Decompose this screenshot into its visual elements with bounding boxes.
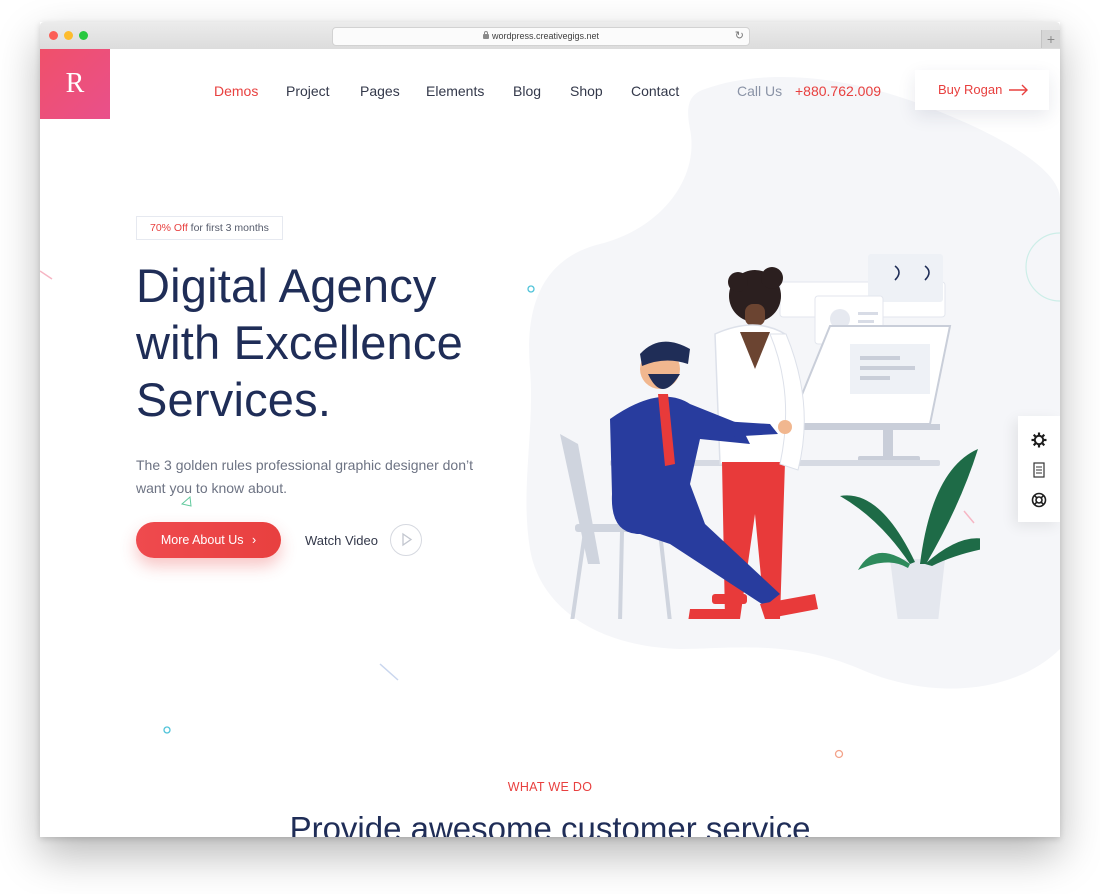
play-icon [402,532,413,547]
chevron-right-icon: › [252,533,257,547]
browser-window: wordpress.creativegigs.net ↻ + R Demos P… [40,22,1060,837]
section-eyebrow: WHAT WE DO [507,780,593,794]
nav-shop[interactable]: Shop [570,83,603,99]
lock-icon [482,31,489,39]
nav-elements[interactable]: Elements [426,83,484,99]
buy-button-label: Buy Rogan [938,82,1003,97]
nav-project[interactable]: Project [286,83,330,99]
watch-video-link[interactable]: Watch Video [305,533,378,548]
more-about-us-label: More About Us [160,533,244,547]
promo-text: for first 3 months [190,222,269,234]
play-video-button[interactable] [390,524,422,556]
reload-icon[interactable]: ↻ [735,28,744,45]
call-us-label: Call Us [737,83,783,99]
new-tab-button[interactable]: + [1041,30,1060,48]
hero-headline-line-3: Services. [136,373,332,426]
address-bar[interactable]: wordpress.creativegigs.net ↻ [332,27,750,46]
hero-illustration [560,254,980,619]
browser-titlebar: wordpress.creativegigs.net ↻ + [40,22,1060,50]
hero-headline-line-1: Digital Agency [136,259,437,312]
buy-button[interactable]: Buy Rogan [915,70,1049,110]
close-window-button[interactable] [49,31,58,40]
more-about-us-button[interactable]: More About Us › [136,522,281,558]
zoom-window-button[interactable] [79,31,88,40]
nav-contact[interactable]: Contact [631,83,679,99]
gear-icon[interactable] [1031,432,1047,448]
hero-headline-line-2: with Excellence [136,316,463,369]
phone-link[interactable]: +880.762.009 [795,83,881,99]
section-title: Provide awesome customer service [289,810,811,837]
promo-highlight: 70% Off [150,222,188,234]
hero-subtext: The 3 golden rules professional graphic … [136,457,473,496]
promo-badge: 70% Off for first 3 months [136,216,283,240]
document-icon[interactable] [1031,462,1047,478]
arrow-right-icon [1009,84,1028,96]
webpage: R Demos Project Pages Elements Blog Shop… [40,49,1060,837]
nav-pages[interactable]: Pages [360,83,400,99]
site-logo[interactable]: R [40,49,110,119]
side-tools-panel [1018,416,1060,522]
lifebuoy-icon[interactable] [1031,492,1047,508]
address-url: wordpress.creativegigs.net [491,31,600,41]
minimize-window-button[interactable] [64,31,73,40]
hero-headline: Digital Agency with Excellence Services. [136,257,516,428]
nav-demos[interactable]: Demos [214,83,258,99]
nav-blog[interactable]: Blog [513,83,541,99]
